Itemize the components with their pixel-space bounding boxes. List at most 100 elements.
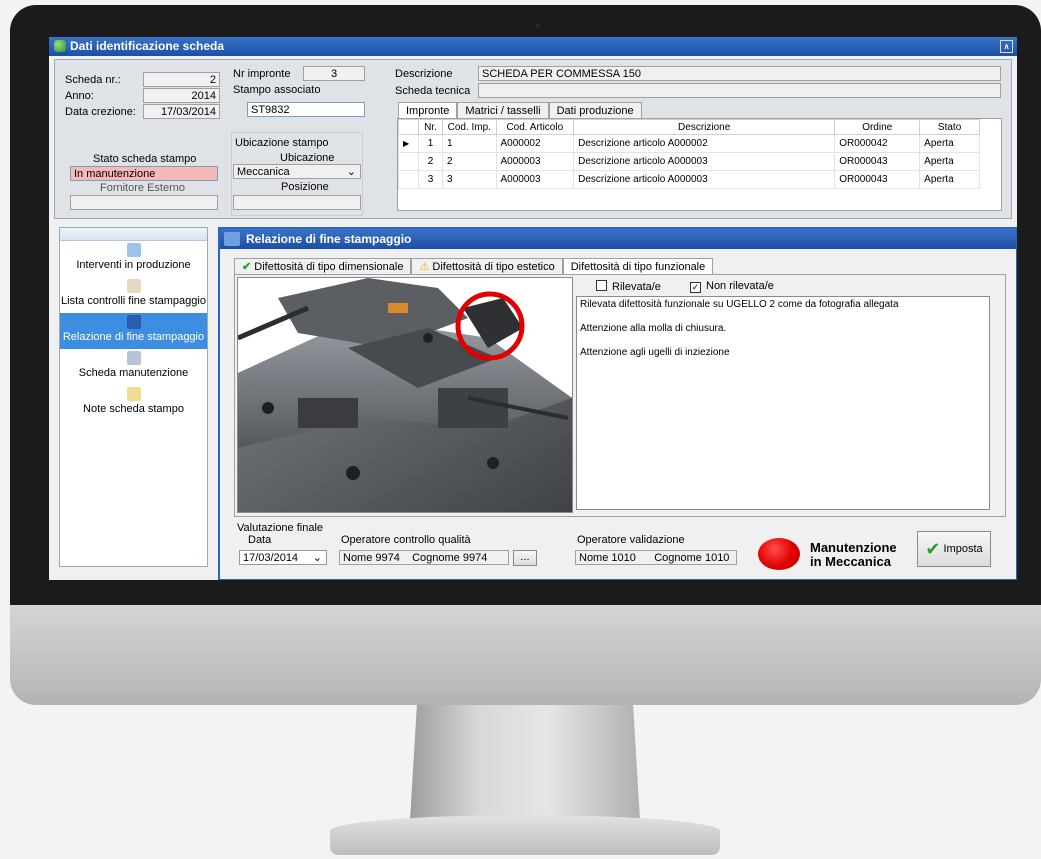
data-picker[interactable]: 17/03/2014 ⌄	[239, 550, 327, 565]
defect-photo	[237, 277, 573, 513]
tab-matrici[interactable]: Matrici / tasselli	[457, 102, 549, 118]
posizione-label: Posizione	[281, 181, 329, 193]
notes-textarea[interactable]: Rilevata difettosità funzionale su UGELL…	[576, 296, 990, 510]
ubicazione-group-label: Ubicazione stampo	[235, 137, 329, 149]
operatore-val-label: Operatore validazione	[577, 534, 685, 546]
grid-col-nr[interactable]: Nr.	[417, 119, 444, 135]
operatore-qc-label: Operatore controllo qualità	[341, 534, 471, 546]
checkmark-icon: ✓	[690, 282, 701, 293]
nav-item-note[interactable]: Note scheda stampo	[60, 385, 207, 421]
nav-item-scheda-manutenzione[interactable]: Scheda manutenzione	[60, 349, 207, 385]
table-row[interactable]: 2 2 A000003 Descrizione articolo A000003…	[398, 152, 980, 171]
cell: 2	[417, 152, 444, 171]
nav-item-label: Note scheda stampo	[83, 403, 184, 415]
non-rilevata-checkbox[interactable]: ✓ Non rilevata/e	[690, 280, 774, 293]
table-row[interactable]: 3 3 A000003 Descrizione articolo A000003…	[398, 170, 980, 189]
monitor-chin	[10, 605, 1041, 705]
warning-icon: ⚠	[419, 261, 430, 273]
scheda-info-panel: Scheda nr.: 2 Anno: 2014 Data crezione: …	[54, 59, 1012, 219]
impronte-grid: Nr. Cod. Imp. Cod. Articolo Descrizione …	[398, 119, 980, 189]
chevron-down-icon: ⌄	[312, 552, 322, 564]
relazione-panel: Relazione di fine stampaggio ✔ Difettosi…	[218, 227, 1017, 580]
cell: 1	[442, 134, 497, 153]
data-creazione-label: Data crezione:	[65, 106, 136, 118]
collapse-icon[interactable]: ∧	[1000, 40, 1013, 53]
chevron-down-icon: ⌄	[346, 166, 356, 178]
tab-label: Difettosità di tipo dimensionale	[254, 261, 404, 273]
nav-header	[60, 228, 207, 241]
monitor-stand	[410, 705, 640, 820]
grid-col-cod-articolo[interactable]: Cod. Articolo	[495, 119, 575, 135]
table-row[interactable]: ▶ 1 1 A000002 Descrizione articolo A0000…	[398, 134, 980, 153]
gears-icon	[126, 351, 141, 365]
top-tabs: Impronte Matrici / tasselli Dati produzi…	[398, 102, 642, 118]
cell: OR000043	[834, 170, 921, 189]
grid-selector-header	[398, 119, 419, 135]
left-nav: Interventi in produzione Lista controlli…	[59, 227, 208, 567]
relazione-title-bar: Relazione di fine stampaggio	[220, 229, 1016, 249]
stato-scheda-field[interactable]: In manutenzione	[70, 166, 218, 181]
note-line: Rilevata difettosità funzionale su UGELL…	[580, 299, 899, 310]
grid-col-descrizione[interactable]: Descrizione	[573, 119, 836, 135]
valutazione-label: Valutazione finale	[237, 522, 324, 534]
tab-impronte[interactable]: Impronte	[398, 102, 458, 118]
grid-col-cod-imp[interactable]: Cod. Imp.	[442, 119, 497, 135]
cell: Descrizione articolo A000003	[573, 170, 836, 189]
data-creazione-field: 17/03/2014	[143, 104, 220, 119]
status-line-2: in Meccanica	[810, 554, 891, 569]
cell: Aperta	[919, 134, 980, 153]
ubicazione-value: Meccanica	[237, 166, 290, 178]
cell: A000003	[495, 170, 575, 189]
nav-item-interventi[interactable]: Interventi in produzione	[60, 241, 207, 277]
scheda-tecnica-field	[478, 83, 1001, 98]
cell: 3	[417, 170, 444, 189]
camera-icon	[535, 23, 540, 28]
checkbox-unchecked	[596, 280, 607, 291]
status-indicator-icon	[758, 538, 800, 570]
scheda-tecnica-label: Scheda tecnica	[395, 85, 471, 97]
ubicazione-select[interactable]: Meccanica ⌄	[233, 164, 361, 179]
rilevata-checkbox[interactable]: Rilevata/e	[596, 280, 661, 293]
descrizione-field: SCHEDA PER COMMESSA 150	[478, 66, 1001, 81]
rilevata-label: Rilevata/e	[612, 281, 661, 293]
cell: Aperta	[919, 170, 980, 189]
status-text: Manutenzione in Meccanica	[810, 541, 897, 569]
fornitore-label: Fornitore Esterno	[100, 182, 185, 194]
note-line: Attenzione alla molla di chiusura.	[580, 323, 727, 334]
tab-estetico[interactable]: ⚠ Difettosità di tipo estetico	[411, 258, 563, 274]
cell: Aperta	[919, 152, 980, 171]
monitor-base	[330, 815, 720, 855]
anno-label: Anno:	[65, 90, 94, 102]
anno-field: 2014	[143, 88, 220, 103]
data-value: 17/03/2014	[243, 552, 299, 564]
grid-col-stato[interactable]: Stato	[919, 119, 980, 135]
app-icon	[54, 40, 66, 52]
cell: OR000042	[834, 134, 921, 153]
tab-funzionale[interactable]: Difettosità di tipo funzionale	[562, 258, 714, 274]
check-icon: ✔	[242, 261, 252, 273]
nr-impronte-field: 3	[303, 66, 365, 81]
status-line-1: Manutenzione	[810, 540, 897, 555]
nav-item-lista-controlli[interactable]: Lista controlli fine stampaggio	[60, 277, 207, 313]
nav-item-relazione[interactable]: Relazione di fine stampaggio	[60, 313, 207, 349]
scheda-nr-label: Scheda nr.:	[65, 74, 121, 86]
posizione-field	[233, 195, 361, 210]
nr-impronte-label: Nr impronte	[233, 68, 291, 80]
data-label: Data	[248, 534, 272, 546]
stampo-associato-field[interactable]: ST9832	[247, 102, 365, 117]
non-rilevata-label: Non rilevata/e	[706, 280, 774, 292]
imposta-button[interactable]: ✔ Imposta	[917, 531, 991, 567]
nav-item-label: Lista controlli fine stampaggio	[61, 295, 206, 307]
window-title: Dati identificazione scheda	[70, 39, 225, 53]
browse-button[interactable]: ...	[513, 550, 537, 566]
operatore-qc-field: Nome 9974 Cognome 9974	[339, 550, 509, 565]
stampo-associato-label: Stampo associato	[233, 84, 321, 96]
check-icon: ✔	[925, 539, 941, 559]
tab-dati-produzione[interactable]: Dati produzione	[548, 102, 642, 118]
cell: 1	[417, 134, 444, 153]
row-selector	[398, 152, 419, 171]
grid-col-ordine[interactable]: Ordine	[834, 119, 921, 135]
tab-dimensionale[interactable]: ✔ Difettosità di tipo dimensionale	[234, 258, 412, 274]
fornitore-field	[70, 195, 218, 210]
nav-item-label: Interventi in produzione	[76, 259, 191, 271]
